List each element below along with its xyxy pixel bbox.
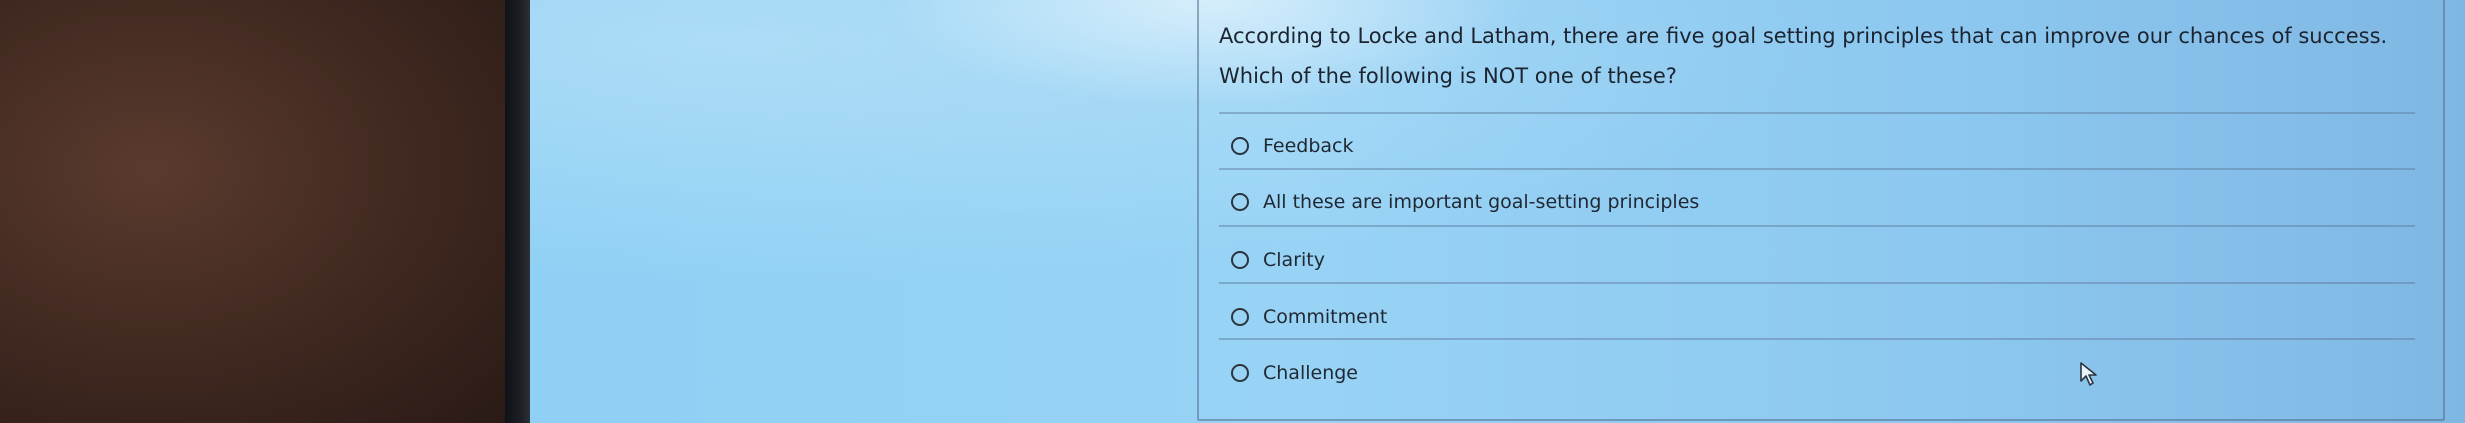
option-label: Clarity (1263, 249, 1325, 271)
background-wall (0, 0, 505, 423)
radio-unselected-icon[interactable] (1231, 193, 1249, 211)
divider (1219, 112, 2415, 114)
question-card: According to Locke and Latham, there are… (1197, 0, 2445, 421)
radio-unselected-icon[interactable] (1231, 308, 1249, 326)
option-commitment[interactable]: Commitment (1219, 292, 2409, 342)
radio-unselected-icon[interactable] (1231, 251, 1249, 269)
radio-unselected-icon[interactable] (1231, 137, 1249, 155)
option-challenge[interactable]: Challenge (1219, 348, 2409, 398)
option-label: All these are important goal-setting pri… (1263, 191, 1700, 213)
option-label: Feedback (1263, 135, 1354, 157)
option-label: Challenge (1263, 362, 1358, 384)
divider (1219, 282, 2415, 284)
divider (1219, 168, 2415, 170)
mouse-pointer-icon (2080, 362, 2097, 386)
screen: According to Locke and Latham, there are… (530, 0, 2465, 423)
divider (1219, 225, 2415, 227)
option-all-these[interactable]: All these are important goal-setting pri… (1219, 177, 2409, 227)
monitor-bezel (505, 0, 530, 423)
option-label: Commitment (1263, 306, 1388, 328)
radio-unselected-icon[interactable] (1231, 364, 1249, 382)
question-text: According to Locke and Latham, there are… (1219, 24, 2388, 88)
divider (1219, 338, 2415, 340)
option-feedback[interactable]: Feedback (1219, 121, 2409, 171)
option-clarity[interactable]: Clarity (1219, 235, 2409, 285)
